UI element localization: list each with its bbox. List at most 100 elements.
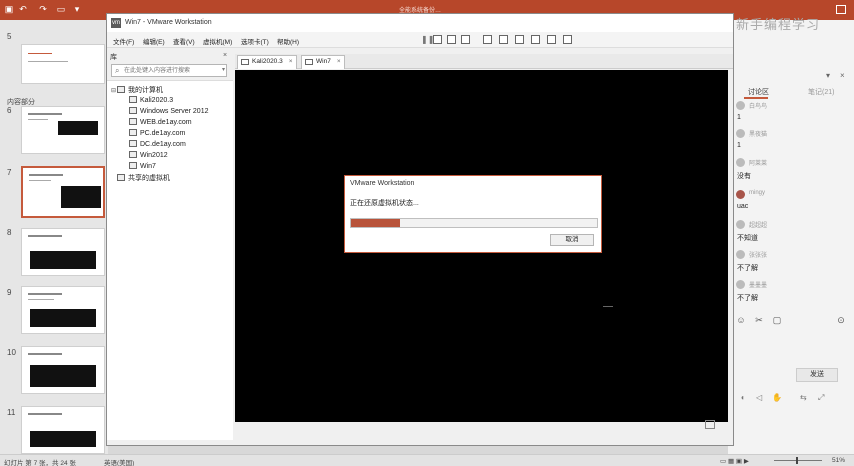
snapshot-icon[interactable]	[433, 35, 442, 44]
tree-label: Windows Server 2012	[140, 108, 209, 115]
pane-options-icon[interactable]: ▾	[826, 71, 830, 80]
chat-text: 不了解	[737, 265, 758, 272]
menu-help[interactable]: 帮助(H)	[277, 36, 299, 46]
speaker-icon[interactable]: ◁	[756, 393, 762, 402]
tab-notes[interactable]: 笔记(21)	[808, 87, 834, 97]
send-button[interactable]: 发送	[796, 368, 838, 382]
tab-win7[interactable]: Win7 ×	[301, 55, 345, 69]
library-search: ⌕ ▾	[111, 64, 227, 77]
maximize-icon[interactable]	[836, 5, 846, 14]
emoji-icon[interactable]: ☺	[736, 315, 746, 325]
vmware-logo-icon: vm	[111, 18, 121, 28]
tree-item-vm[interactable]: Windows Server 2012	[129, 107, 208, 115]
search-icon: ⌕	[115, 66, 120, 75]
powerpoint-status-bar: 幻灯片 第 7 张，共 24 张 英语(美国) ▭ ▦ ▣ ▶ 51%	[0, 454, 854, 466]
avatar	[736, 129, 745, 138]
chat-username: 墨墨墨	[749, 283, 768, 289]
redo-icon[interactable]: ↷	[38, 4, 48, 15]
menu-file[interactable]: 文件(F)	[113, 36, 134, 46]
tree-item-shared[interactable]: 共享的虚拟机	[117, 173, 170, 183]
chat-username: 超超超	[749, 223, 768, 229]
slide-thumbnail-8[interactable]	[21, 228, 105, 276]
hand-icon[interactable]: ✋	[772, 393, 782, 402]
undo-icon[interactable]: ↶	[18, 4, 28, 15]
library-title: 库	[110, 54, 117, 61]
chat-text: 没有	[737, 173, 751, 180]
vmware-titlebar: vm Win7 - VMware Workstation	[107, 14, 733, 32]
chat-username: 阿莱莱	[749, 161, 768, 167]
vm-icon	[129, 129, 137, 136]
tree-label: WEB.de1ay.com	[140, 119, 192, 126]
language-indicator[interactable]: 英语(美国)	[104, 457, 134, 466]
mic-icon[interactable]: ◖	[740, 393, 745, 402]
tree-item-vm[interactable]: Win2012	[129, 151, 168, 159]
close-icon[interactable]: ×	[337, 58, 341, 65]
slide-thumbnail-6[interactable]	[21, 106, 105, 154]
scissors-icon[interactable]: ✂	[754, 315, 764, 325]
chat-username: mingy	[749, 190, 766, 196]
settings-icon[interactable]: ⊙	[836, 315, 846, 325]
tree-item-vm[interactable]: PC.de1ay.com	[129, 129, 185, 137]
slide-number: 7	[7, 168, 12, 177]
zoom-level[interactable]: 51%	[832, 457, 845, 464]
chat-text: 1	[737, 114, 741, 121]
library-search-input[interactable]	[124, 66, 220, 76]
tree-label: DC.de1ay.com	[140, 141, 186, 148]
tree-item-vm[interactable]: Win7	[129, 162, 156, 170]
save-icon[interactable]: ▣	[4, 4, 14, 15]
zoom-slider[interactable]	[774, 460, 822, 461]
avatar	[736, 280, 745, 289]
image-icon[interactable]: ▢	[772, 315, 782, 325]
vm-icon	[129, 96, 137, 103]
slide-thumbnail-10[interactable]	[21, 346, 105, 394]
fullscreen-icon[interactable]: ⤢	[818, 393, 824, 403]
avatar	[736, 190, 745, 199]
tree-label: 共享的虚拟机	[128, 175, 170, 182]
tab-label: Kali2020.3	[252, 58, 283, 65]
share-icon[interactable]: ⇆	[800, 393, 807, 402]
tree-item-vm[interactable]: DC.de1ay.com	[129, 140, 186, 148]
tab-discussion[interactable]: 讨论区	[748, 87, 769, 97]
menu-edit[interactable]: 编辑(E)	[143, 36, 165, 46]
slide-number: 11	[7, 408, 16, 417]
library-close-icon[interactable]: ×	[223, 52, 227, 59]
view-buttons[interactable]: ▭ ▦ ▣ ▶	[720, 457, 749, 465]
library-view-icon[interactable]	[483, 35, 492, 44]
zoom-slider-handle[interactable]	[796, 457, 798, 464]
customize-icon[interactable]: ▾	[72, 4, 82, 15]
chat-text: 不了解	[737, 295, 758, 302]
slide-thumbnail-11[interactable]	[21, 406, 105, 454]
tab-label: Win7	[316, 58, 331, 65]
unity-view-icon[interactable]	[531, 35, 540, 44]
tree-item-my-computer[interactable]: ⊟ 我的计算机	[111, 85, 163, 95]
snapshot-manager-icon[interactable]	[461, 35, 470, 44]
fit-window-icon[interactable]	[705, 420, 715, 429]
slide-thumbnail-5[interactable]	[21, 44, 105, 84]
revert-icon[interactable]	[447, 35, 456, 44]
menu-tabs[interactable]: 选项卡(T)	[241, 36, 269, 46]
tree-item-vm[interactable]: Kali2020.3	[129, 96, 173, 104]
close-icon[interactable]: ×	[289, 58, 293, 65]
dialog-title: VMware Workstation	[350, 180, 415, 187]
slide-thumbnail-7[interactable]	[21, 166, 105, 218]
pane-close-icon[interactable]: ×	[840, 71, 845, 80]
menu-vm[interactable]: 虚拟机(M)	[203, 36, 232, 46]
tab-kali[interactable]: Kali2020.3 ×	[237, 55, 297, 69]
slideshow-icon[interactable]: ▭	[56, 4, 66, 15]
brand-watermark: 新手编程学习	[736, 17, 821, 32]
progress-bar	[350, 218, 598, 228]
chat-username: 白鸟鸟	[749, 104, 768, 110]
console-view-icon[interactable]	[547, 35, 556, 44]
slide-thumbnail-9[interactable]	[21, 286, 105, 334]
menu-view[interactable]: 查看(V)	[173, 36, 195, 46]
tree-label: Win7	[140, 163, 156, 170]
avatar	[736, 220, 745, 229]
vm-icon	[129, 151, 137, 158]
dialog-message: 正在还原虚拟机状态...	[350, 200, 419, 207]
autofit-icon[interactable]	[563, 35, 572, 44]
thumbnail-view-icon[interactable]	[499, 35, 508, 44]
tree-item-vm[interactable]: WEB.de1ay.com	[129, 118, 192, 126]
chevron-down-icon[interactable]: ▾	[222, 66, 225, 73]
cancel-button[interactable]: 取消	[550, 234, 594, 246]
fullscreen-view-icon[interactable]	[515, 35, 524, 44]
